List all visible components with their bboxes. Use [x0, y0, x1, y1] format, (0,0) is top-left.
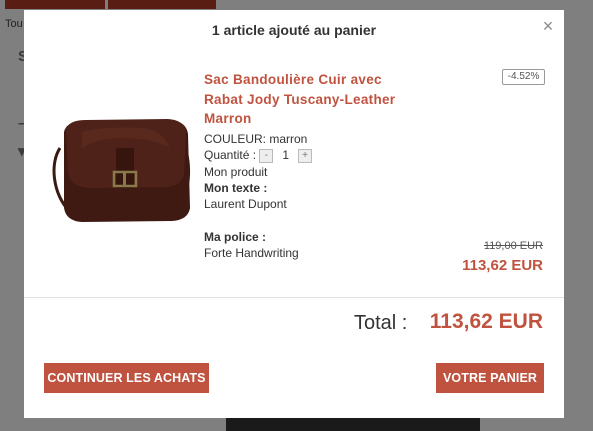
product-price: 113,62 EUR — [462, 257, 543, 274]
total-value: 113,62 EUR — [429, 310, 543, 333]
background-tab — [108, 0, 216, 9]
continue-shopping-button[interactable]: CONTINUER LES ACHATS — [44, 363, 209, 393]
product-name[interactable]: Sac Bandoulière Cuir avec Rabat Jody Tus… — [204, 70, 419, 129]
quantity-row: Quantité : - 1 + — [204, 148, 313, 163]
modal-title: 1 article ajouté au panier — [211, 22, 377, 38]
custom-font-value: Forte Handwriting — [204, 246, 299, 260]
quantity-minus-button[interactable]: - — [259, 148, 274, 163]
quantity-plus-button[interactable]: + — [298, 148, 313, 163]
quantity-value[interactable]: 1 — [277, 148, 295, 162]
background-tab — [5, 0, 105, 9]
product-image — [52, 119, 191, 222]
background-text: Tou — [5, 18, 23, 30]
old-price: 119,00 EUR — [483, 240, 543, 252]
custom-product-label: Mon produit — [204, 165, 268, 179]
custom-text-label: Mon texte : — [204, 181, 268, 195]
discount-badge: -4.52% — [502, 69, 545, 85]
add-to-cart-modal: 1 article ajouté au panier × Sac Bandoul… — [24, 10, 564, 418]
close-icon[interactable]: × — [540, 17, 556, 35]
total-label: Total : — [354, 312, 408, 334]
custom-font-label: Ma police : — [204, 230, 267, 244]
divider — [24, 297, 564, 298]
background-image — [226, 418, 480, 431]
quantity-label: Quantité : — [204, 148, 257, 162]
custom-text-value: Laurent Dupont — [204, 197, 287, 211]
view-cart-button[interactable]: VOTRE PANIER — [436, 363, 544, 393]
product-color: COULEUR: marron — [204, 132, 308, 146]
